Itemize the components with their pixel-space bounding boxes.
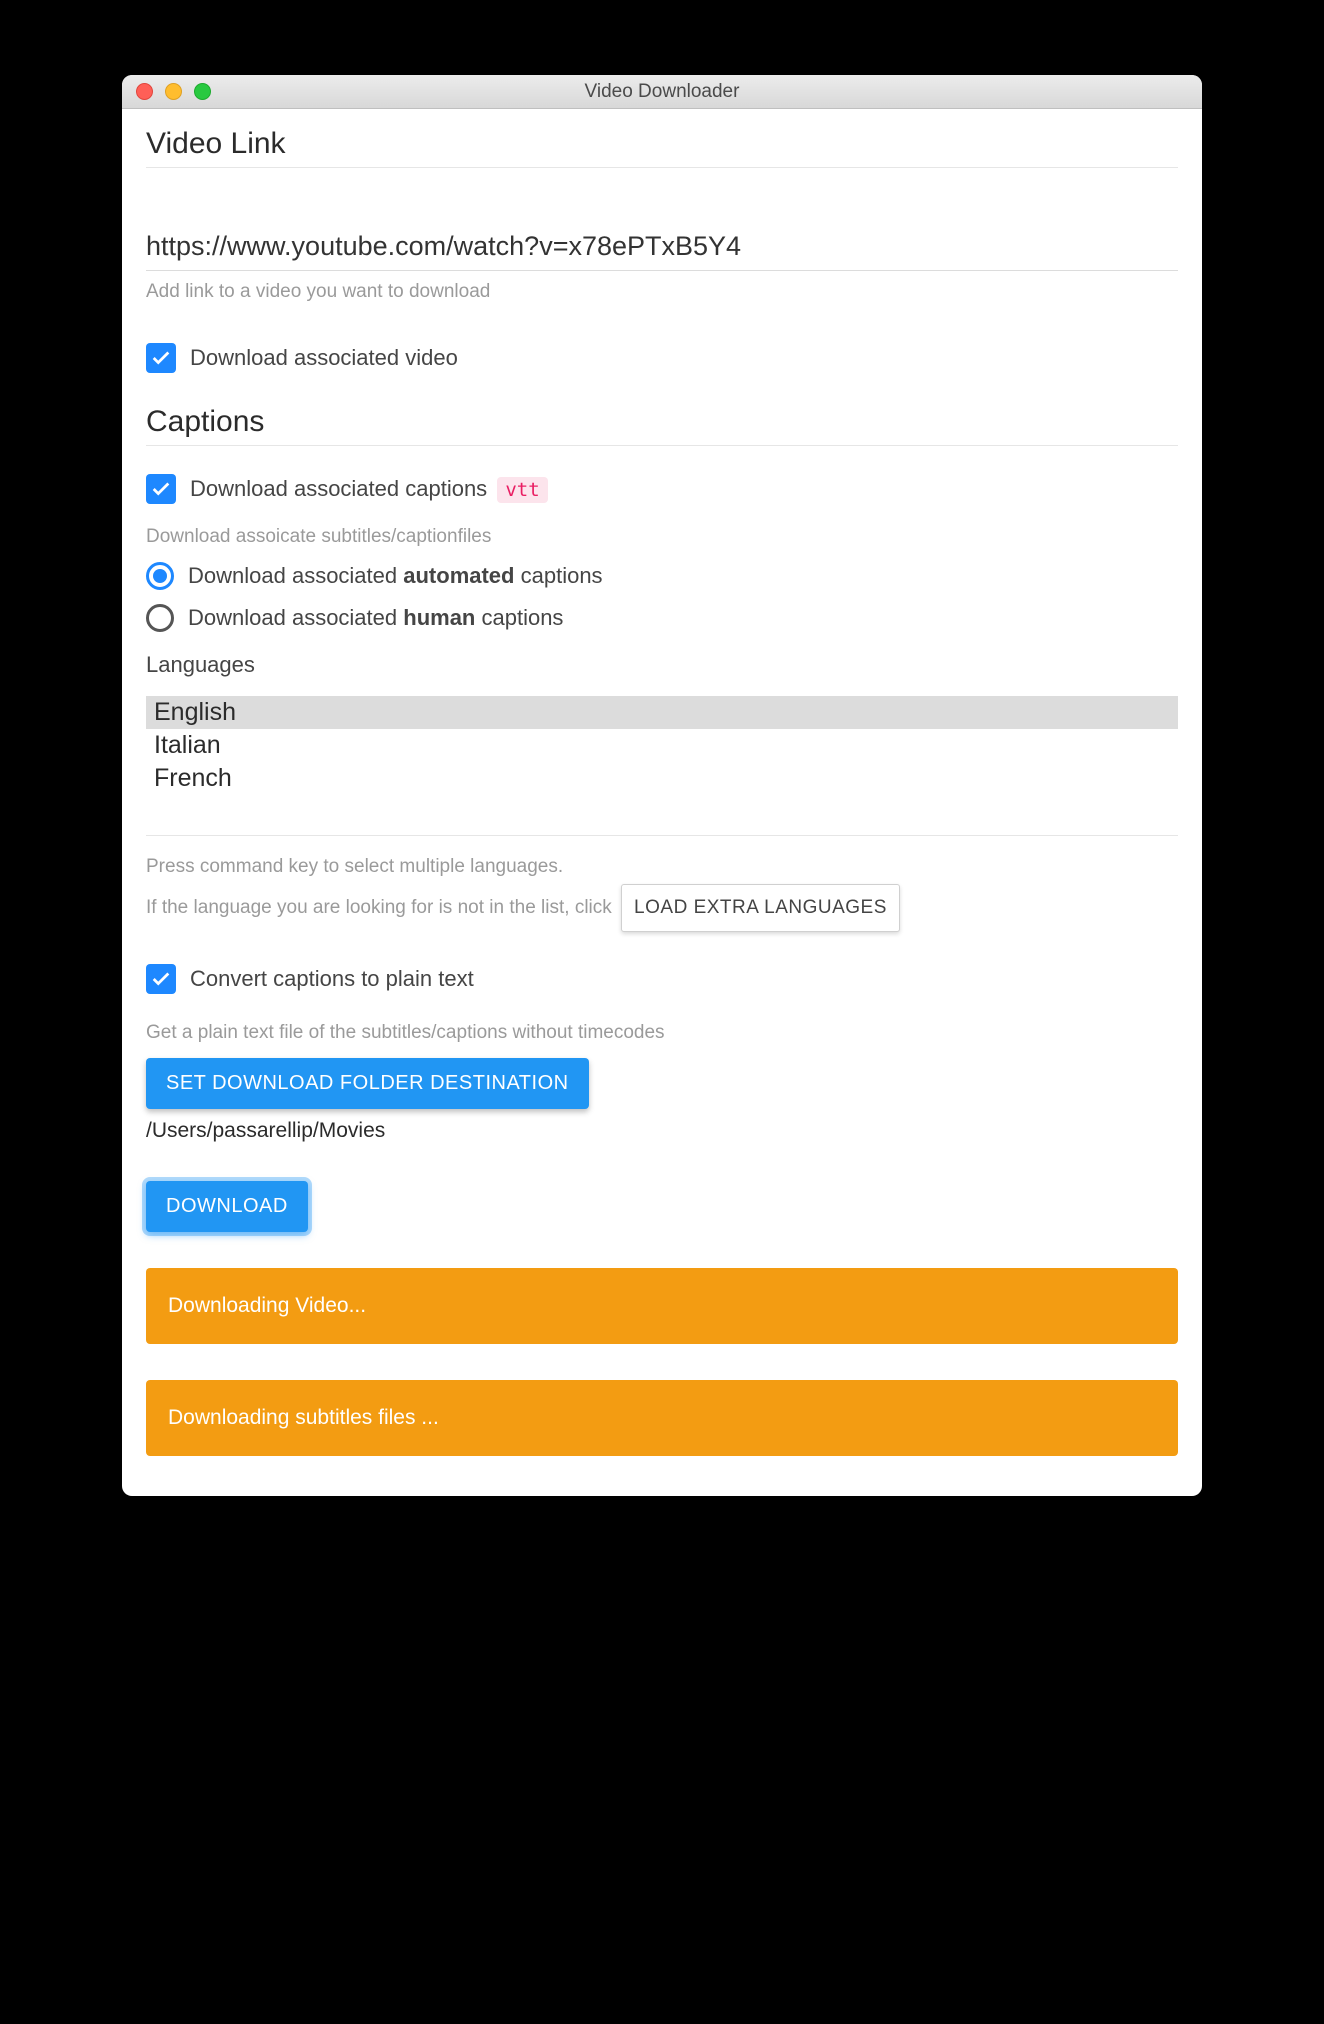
captions-subhelper: Download assoicate subtitles/captionfile…: [146, 526, 1178, 548]
content: Video Link Add link to a video you want …: [122, 109, 1202, 1496]
languages-help: Press command key to select multiple lan…: [146, 850, 1178, 932]
app-window: Video Downloader Video Link Add link to …: [122, 75, 1202, 1496]
radio-human-row: Download associated human captions: [146, 604, 1178, 632]
download-button[interactable]: DOWNLOAD: [146, 1181, 308, 1232]
divider: [146, 167, 1178, 168]
checkmark-icon: [150, 968, 172, 990]
minimize-window-icon[interactable]: [165, 83, 182, 100]
languages-label: Languages: [146, 652, 1178, 678]
load-extra-languages-button[interactable]: LOAD EXTRA LANGUAGES: [621, 884, 900, 932]
languages-help-line2: If the language you are looking for is n…: [146, 884, 1178, 932]
language-item[interactable]: French: [146, 762, 1178, 795]
traffic-lights: [122, 83, 211, 100]
status-video: Downloading Video...: [146, 1268, 1178, 1344]
download-video-checkbox[interactable]: [146, 343, 176, 373]
radio-automated-label: Download associated automated captions: [188, 563, 603, 589]
radio-human[interactable]: [146, 604, 174, 632]
languages-help-line1: Press command key to select multiple lan…: [146, 850, 1178, 884]
video-url-helper: Add link to a video you want to download: [146, 281, 1178, 303]
download-captions-row: Download associated captions vtt: [146, 474, 1178, 504]
radio-automated-row: Download associated automated captions: [146, 562, 1178, 590]
status-subtitles: Downloading subtitles files ...: [146, 1380, 1178, 1456]
titlebar: Video Downloader: [122, 75, 1202, 109]
language-item[interactable]: English: [146, 696, 1178, 729]
languages-list[interactable]: English Italian French: [146, 696, 1178, 836]
convert-plain-checkbox[interactable]: [146, 964, 176, 994]
download-video-row: Download associated video: [146, 343, 1178, 373]
download-captions-text: Download associated captions: [190, 476, 487, 501]
download-video-label: Download associated video: [190, 345, 458, 371]
convert-plain-row: Convert captions to plain text: [146, 964, 1178, 994]
language-item[interactable]: Italian: [146, 729, 1178, 762]
download-captions-checkbox[interactable]: [146, 474, 176, 504]
set-destination-button[interactable]: SET DOWNLOAD FOLDER DESTINATION: [146, 1058, 589, 1109]
vtt-badge: vtt: [497, 477, 547, 503]
checkmark-icon: [150, 347, 172, 369]
convert-plain-helper: Get a plain text file of the subtitles/c…: [146, 1022, 1178, 1044]
download-captions-label: Download associated captions vtt: [190, 476, 548, 503]
divider: [146, 445, 1178, 446]
close-window-icon[interactable]: [136, 83, 153, 100]
radio-automated[interactable]: [146, 562, 174, 590]
video-link-heading: Video Link: [146, 127, 1178, 161]
convert-plain-label: Convert captions to plain text: [190, 966, 474, 992]
destination-path: /Users/passarellip/Movies: [146, 1119, 1178, 1143]
radio-human-label: Download associated human captions: [188, 605, 563, 631]
maximize-window-icon[interactable]: [194, 83, 211, 100]
video-url-input[interactable]: [146, 196, 1178, 271]
captions-heading: Captions: [146, 405, 1178, 439]
window-title: Video Downloader: [122, 81, 1202, 103]
checkmark-icon: [150, 478, 172, 500]
